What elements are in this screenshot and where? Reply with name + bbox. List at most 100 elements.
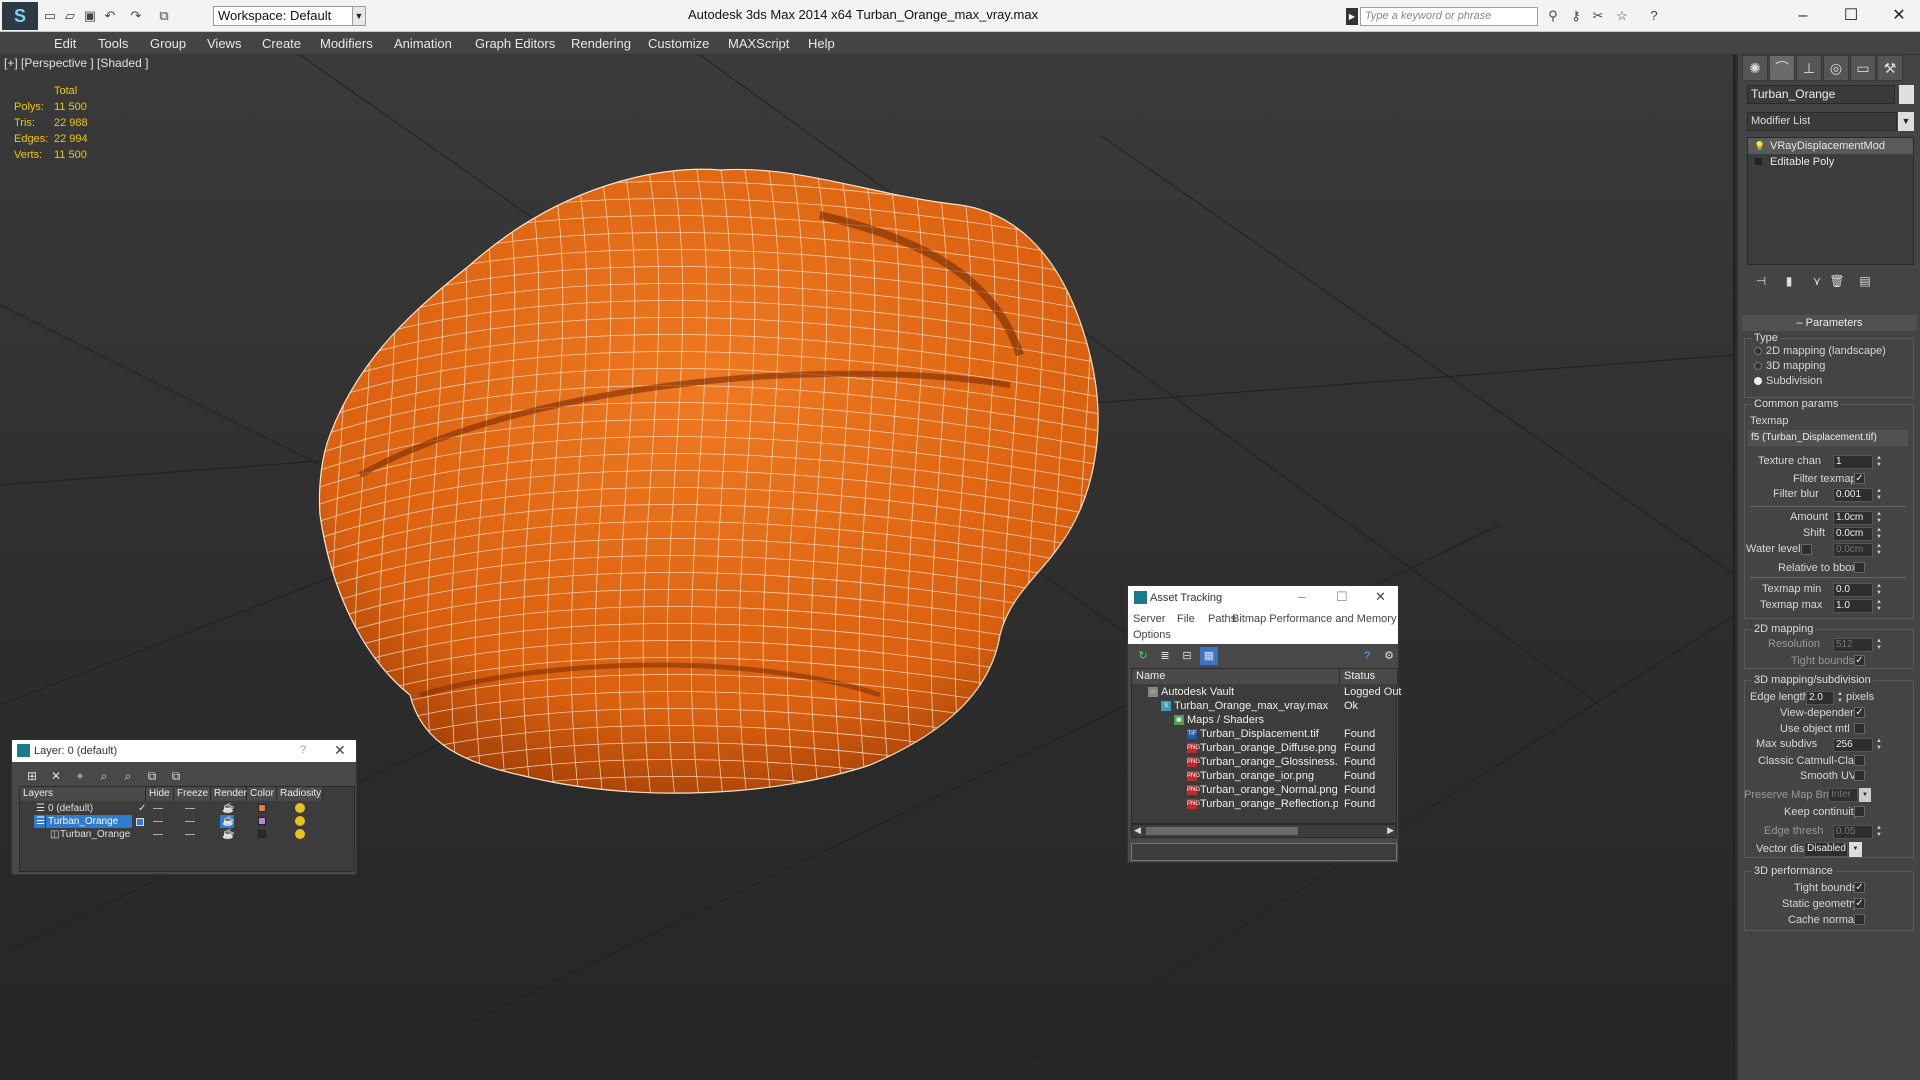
asset-row[interactable]: S Turban_Orange_max_vray.max Ok bbox=[1132, 699, 1398, 713]
edge-thresh-spinner[interactable]: 0.05 bbox=[1833, 825, 1873, 839]
asset-row[interactable]: PNG Turban_orange_Diffuse.png Found bbox=[1132, 741, 1398, 755]
chevron-down-icon[interactable]: ▼ bbox=[1898, 112, 1914, 131]
connect-icon[interactable]: ✂ bbox=[1590, 8, 1606, 24]
save-icon[interactable]: ▣ bbox=[82, 8, 98, 24]
catmull-clark-checkbox[interactable] bbox=[1854, 755, 1865, 766]
texmap-min-spinner[interactable]: 0.0 bbox=[1833, 583, 1873, 597]
relative-bbox-checkbox[interactable] bbox=[1854, 562, 1865, 573]
close-icon[interactable]: ✕ bbox=[334, 742, 346, 759]
spinner-arrows-icon[interactable]: ▲ ▼ bbox=[1875, 825, 1883, 839]
delete-layer-icon[interactable]: ✕ bbox=[46, 766, 66, 786]
radio-subdivision[interactable] bbox=[1754, 377, 1762, 385]
asset-row[interactable]: PNG Turban_orange_Reflection.png Found bbox=[1132, 797, 1398, 811]
menu-item-rendering[interactable]: Rendering bbox=[571, 36, 631, 51]
pin-stack-icon[interactable]: ⊣ bbox=[1751, 271, 1771, 291]
chevron-down-icon[interactable]: ▼ bbox=[1859, 788, 1871, 802]
object-color-swatch[interactable] bbox=[1899, 85, 1914, 104]
key-icon[interactable]: ⚷ bbox=[1568, 8, 1584, 24]
spinner-arrows-icon[interactable]: ▲ ▼ bbox=[1875, 455, 1883, 469]
stack-item-editable-poly[interactable]: Editable Poly bbox=[1748, 154, 1913, 170]
water-level-spinner[interactable]: 0.0cm bbox=[1833, 543, 1873, 557]
resolution-spinner[interactable]: 512 bbox=[1833, 638, 1873, 652]
spinner-arrows-icon[interactable]: ▲ ▼ bbox=[1875, 583, 1883, 597]
refresh-icon[interactable]: ↻ bbox=[1134, 647, 1152, 665]
radio-3d-mapping[interactable] bbox=[1754, 362, 1762, 370]
tab-modify-icon[interactable]: ⌒ bbox=[1769, 55, 1795, 81]
chevron-left-icon[interactable]: ◀ bbox=[1134, 825, 1141, 836]
undo-icon[interactable]: ↶ bbox=[102, 8, 118, 24]
menu-item-edit[interactable]: Edit bbox=[54, 36, 76, 51]
amount-spinner[interactable]: 1.0cm bbox=[1833, 511, 1873, 525]
chevron-down-icon[interactable]: ▼ bbox=[352, 6, 366, 26]
column-header-hide[interactable]: Hide bbox=[146, 787, 174, 801]
select-objects-icon[interactable]: ⌕ bbox=[94, 766, 114, 786]
remove-modifier-icon[interactable]: 🗑 bbox=[1827, 271, 1847, 291]
vector-displ-dropdown[interactable]: Disabled bbox=[1804, 842, 1848, 857]
keep-continuity-checkbox[interactable] bbox=[1854, 806, 1865, 817]
project-folder-icon[interactable]: ⧉ bbox=[156, 8, 172, 24]
shift-spinner[interactable]: 0.0cm bbox=[1833, 527, 1873, 541]
menu-item-group[interactable]: Group bbox=[150, 36, 186, 51]
modifier-list-dropdown[interactable]: Modifier List bbox=[1747, 112, 1897, 131]
render-teapot-icon[interactable]: ☕ bbox=[220, 802, 234, 815]
new-file-icon[interactable]: ▭ bbox=[42, 8, 58, 24]
tab-create-icon[interactable]: ✺ bbox=[1742, 55, 1768, 81]
layer-name[interactable]: Turban_Orange bbox=[46, 815, 132, 828]
radiosity-icon[interactable] bbox=[295, 816, 305, 826]
freeze-toggle[interactable] bbox=[185, 834, 195, 835]
workspace-dropdown[interactable]: Workspace: Default bbox=[213, 6, 353, 26]
menu-item-views[interactable]: Views bbox=[207, 36, 241, 51]
perspective-viewport[interactable]: [+] [Perspective ] [Shaded ] Total Polys… bbox=[0, 55, 1735, 1080]
max-subdivs-spinner[interactable]: 256 bbox=[1833, 738, 1873, 752]
menu-item-tools[interactable]: Tools bbox=[98, 36, 128, 51]
water-level-checkbox[interactable] bbox=[1801, 544, 1812, 555]
preserve-map-dropdown[interactable]: Inter bbox=[1828, 788, 1858, 802]
radio-2d-mapping[interactable] bbox=[1754, 347, 1762, 355]
render-teapot-icon[interactable]: ☕ bbox=[220, 828, 234, 841]
highlight-layer-icon[interactable]: ⌕ bbox=[118, 766, 138, 786]
view-dependent-checkbox[interactable]: ✓ bbox=[1854, 707, 1865, 718]
search-input[interactable]: Type a keyword or phrase bbox=[1360, 7, 1538, 26]
horizontal-scrollbar[interactable]: ◀ ▶ bbox=[1131, 824, 1397, 838]
object-name[interactable]: Turban_Orange bbox=[58, 828, 130, 841]
spinner-arrows-icon[interactable]: ▲ ▼ bbox=[1875, 638, 1883, 652]
hide-toggle[interactable] bbox=[153, 821, 163, 822]
help-icon[interactable]: ? bbox=[1358, 647, 1376, 665]
hide-all-layers-icon[interactable]: ⧉ bbox=[142, 766, 162, 786]
add-to-layer-icon[interactable]: + bbox=[70, 766, 90, 786]
asset-row[interactable]: PNG Turban_orange_Normal.png Found bbox=[1132, 783, 1398, 797]
redo-icon[interactable]: ↷ bbox=[128, 8, 144, 24]
filter-texmap-checkbox[interactable]: ✓ bbox=[1854, 473, 1865, 484]
asset-row[interactable]: PNG Turban_orange_ior.png Found bbox=[1132, 769, 1398, 783]
asset-row[interactable]: TIF Turban_Displacement.tif Found bbox=[1132, 727, 1398, 741]
asset-row[interactable]: PNGTurban_orange_Glossiness.png Found bbox=[1132, 755, 1398, 769]
freeze-all-layers-icon[interactable]: ⧉ bbox=[166, 766, 186, 786]
column-header-radiosity[interactable]: Radiosity bbox=[277, 787, 323, 801]
make-unique-icon[interactable]: ⋎ bbox=[1807, 271, 1827, 291]
tab-utilities-icon[interactable]: ⚒ bbox=[1877, 55, 1903, 81]
static-geometry-checkbox[interactable]: ✓ bbox=[1854, 898, 1865, 909]
layer-row[interactable]: ☰ 0 (default) ✓ ☕ bbox=[20, 802, 356, 815]
configure-sets-icon[interactable]: ▤ bbox=[1855, 271, 1875, 291]
filter-blur-spinner[interactable]: 0.001 bbox=[1833, 488, 1873, 502]
spinner-arrows-icon[interactable]: ▲ ▼ bbox=[1875, 511, 1883, 525]
smooth-uvs-checkbox[interactable] bbox=[1854, 770, 1865, 781]
show-end-result-icon[interactable]: ▮ bbox=[1779, 271, 1799, 291]
layer-color-swatch[interactable] bbox=[258, 830, 266, 838]
menu-item-graph-editors[interactable]: Graph Editors bbox=[475, 36, 555, 51]
menu-item-customize[interactable]: Customize bbox=[648, 36, 709, 51]
texmap-max-spinner[interactable]: 1.0 bbox=[1833, 599, 1873, 613]
turban-model[interactable] bbox=[0, 55, 1735, 1080]
texmap-button[interactable]: f5 (Turban_Displacement.tif) bbox=[1748, 430, 1908, 446]
radiosity-icon[interactable] bbox=[295, 829, 305, 839]
chevron-down-icon[interactable]: ▼ bbox=[1849, 842, 1862, 857]
chevron-right-icon[interactable]: ▶ bbox=[1387, 825, 1394, 836]
minimize-icon[interactable]: – bbox=[1298, 589, 1305, 604]
spinner-arrows-icon[interactable]: ▲ ▼ bbox=[1875, 599, 1883, 613]
spinner-arrows-icon[interactable]: ▲ ▼ bbox=[1875, 543, 1883, 557]
menu-item-modifiers[interactable]: Modifiers bbox=[320, 36, 373, 51]
freeze-toggle[interactable] bbox=[185, 821, 195, 822]
menu-item-options[interactable]: Options bbox=[1133, 629, 1171, 641]
asset-dialog-titlebar[interactable]: Asset Tracking – ☐ ✕ bbox=[1128, 586, 1398, 610]
spinner-arrows-icon[interactable]: ▲ ▼ bbox=[1875, 527, 1883, 541]
